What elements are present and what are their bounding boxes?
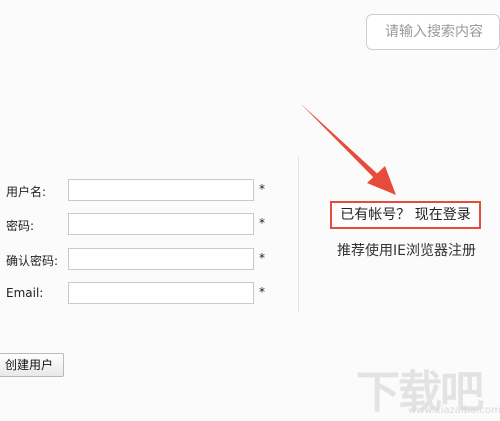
- site-watermark: 下载吧 www.xiazaiba.com: [356, 360, 500, 421]
- arrow-shaft: [300, 103, 381, 181]
- registration-form: 用户名: * 密码: * 确认密码: * Email: * 创建用户: [0, 0, 290, 421]
- confirm-password-field[interactable]: [68, 248, 254, 270]
- arrow-head: [367, 166, 396, 195]
- confirm-password-label: 确认密码:: [6, 254, 59, 268]
- email-field[interactable]: [68, 282, 254, 304]
- username-required-mark: *: [259, 182, 265, 196]
- email-label: Email:: [6, 286, 44, 300]
- browser-hint: 推荐使用IE浏览器注册: [337, 243, 476, 259]
- create-user-button[interactable]: 创建用户: [0, 353, 65, 377]
- watermark-url: www.xiazaiba.com: [408, 405, 500, 416]
- search-input[interactable]: 请输入搜索内容: [366, 14, 500, 50]
- login-link[interactable]: 已有帐号？ 现在登录: [330, 201, 481, 229]
- password-label: 密码:: [6, 219, 35, 233]
- username-field[interactable]: [68, 179, 254, 201]
- vertical-divider: [298, 156, 299, 312]
- password-required-mark: *: [259, 216, 265, 230]
- confirm-password-required-mark: *: [259, 251, 265, 265]
- password-field[interactable]: [68, 213, 254, 235]
- email-required-mark: *: [259, 285, 265, 299]
- username-label: 用户名:: [6, 185, 47, 199]
